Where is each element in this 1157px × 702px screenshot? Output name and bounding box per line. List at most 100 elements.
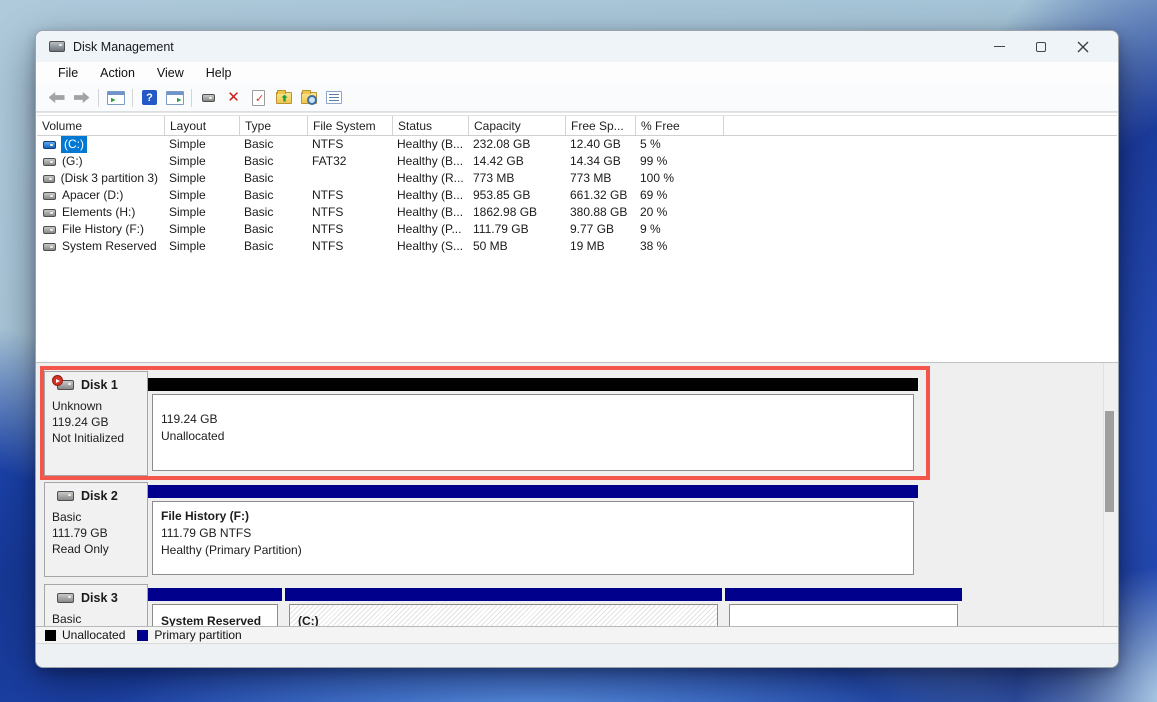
column-header-free-space[interactable]: Free Sp...: [566, 116, 636, 135]
column-header-type[interactable]: Type: [240, 116, 308, 135]
volume-status: Healthy (B...: [392, 153, 468, 170]
help-icon: [142, 90, 157, 105]
volume-row-elements[interactable]: Elements (H:) Simple Basic NTFS Healthy …: [36, 204, 1118, 221]
not-initialized-badge-icon: [52, 375, 63, 386]
disk-type: Basic: [52, 509, 140, 525]
delete-volume-button[interactable]: [221, 86, 246, 109]
folder-up-button[interactable]: [271, 86, 296, 109]
volume-type: Basic: [239, 170, 307, 187]
vertical-scrollbar[interactable]: [1103, 363, 1115, 626]
volume-status: Healthy (B...: [392, 204, 468, 221]
partition-c[interactable]: (C:): [285, 588, 722, 626]
toolbar-separator: [98, 89, 99, 107]
column-header-status[interactable]: Status: [393, 116, 469, 135]
volume-row-g[interactable]: (G:) Simple Basic FAT32 Healthy (B... 14…: [36, 153, 1118, 170]
menu-help[interactable]: Help: [195, 66, 243, 80]
disk-name: Disk 1: [81, 378, 118, 392]
volume-capacity: 14.42 GB: [468, 153, 565, 170]
close-button[interactable]: [1062, 31, 1104, 62]
back-icon: [49, 92, 65, 103]
status-bar: [36, 643, 1118, 667]
menu-action[interactable]: Action: [89, 66, 146, 80]
partition-unlabeled[interactable]: [725, 588, 962, 626]
volume-name[interactable]: (Disk 3 partition 3): [60, 170, 159, 187]
volume-pct-free: 20 %: [635, 204, 723, 221]
scrollbar-thumb[interactable]: [1105, 411, 1114, 512]
folder-search-button[interactable]: [296, 86, 321, 109]
maximize-button[interactable]: [1020, 31, 1062, 62]
volume-capacity: 232.08 GB: [468, 136, 565, 153]
volume-free: 12.40 GB: [565, 136, 635, 153]
action-pane-button[interactable]: [162, 86, 187, 109]
action-pane-icon: [166, 91, 184, 105]
volume-row-c[interactable]: (C:) Simple Basic NTFS Healthy (B... 232…: [36, 136, 1118, 153]
menu-file[interactable]: File: [47, 66, 89, 80]
titlebar[interactable]: Disk Management: [36, 31, 1118, 62]
minimize-icon: [994, 46, 1005, 47]
volume-free: 380.88 GB: [565, 204, 635, 221]
partition-name: (C:): [298, 613, 717, 626]
volume-layout: Simple: [164, 204, 239, 221]
volume-free: 773 MB: [565, 170, 635, 187]
back-button[interactable]: [44, 86, 69, 109]
volume-name[interactable]: System Reserved: [61, 238, 158, 255]
volume-layout: Simple: [164, 187, 239, 204]
volume-row-system-reserved[interactable]: System Reserved Simple Basic NTFS Health…: [36, 238, 1118, 255]
properties-button[interactable]: [321, 86, 346, 109]
primary-partition-band: [148, 485, 918, 498]
column-header-pct-free[interactable]: % Free: [636, 116, 724, 135]
volume-pct-free: 100 %: [635, 170, 723, 187]
drive-settings-button[interactable]: [196, 86, 221, 109]
volume-free: 14.34 GB: [565, 153, 635, 170]
partition-system-reserved[interactable]: System Reserved: [148, 588, 282, 626]
forward-button[interactable]: [69, 86, 94, 109]
help-button[interactable]: [137, 86, 162, 109]
disk2-graph[interactable]: File History (F:) 111.79 GB NTFS Healthy…: [148, 485, 918, 575]
folder-search-icon: [301, 92, 317, 104]
minimize-button[interactable]: [978, 31, 1020, 62]
column-header-layout[interactable]: Layout: [165, 116, 240, 135]
volume-name[interactable]: File History (F:): [61, 221, 145, 238]
volume-icon: [43, 226, 56, 234]
volume-fs: NTFS: [307, 221, 392, 238]
disk-name: Disk 2: [81, 489, 118, 503]
volume-row-apacer[interactable]: Apacer (D:) Simple Basic NTFS Healthy (B…: [36, 187, 1118, 204]
volume-icon: [43, 192, 56, 200]
column-header-capacity[interactable]: Capacity: [469, 116, 566, 135]
volume-pct-free: 69 %: [635, 187, 723, 204]
volume-type: Basic: [239, 136, 307, 153]
window-title: Disk Management: [73, 40, 174, 54]
disk-icon: [57, 593, 74, 603]
disk1-graph[interactable]: 119.24 GB Unallocated: [148, 378, 918, 471]
volume-row-disk3-partition3[interactable]: (Disk 3 partition 3) Simple Basic Health…: [36, 170, 1118, 187]
volume-capacity: 953.85 GB: [468, 187, 565, 204]
unallocated-swatch: [45, 630, 56, 641]
volume-name[interactable]: (G:): [61, 153, 84, 170]
volume-type: Basic: [239, 204, 307, 221]
primary-partition-band: [725, 588, 962, 601]
primary-partition-band: [285, 588, 722, 601]
volume-name[interactable]: (C:): [61, 136, 87, 153]
partition-size: 111.79 GB NTFS: [161, 525, 913, 542]
volume-fs: NTFS: [307, 136, 392, 153]
toolbar-separator: [191, 89, 192, 107]
toolbar: [36, 84, 1118, 112]
column-header-file-system[interactable]: File System: [308, 116, 393, 135]
volume-status: Healthy (B...: [392, 136, 468, 153]
volume-icon: [43, 175, 55, 183]
volume-name[interactable]: Elements (H:): [61, 204, 136, 221]
volume-row-file-history[interactable]: File History (F:) Simple Basic NTFS Heal…: [36, 221, 1118, 238]
disk2-label-panel[interactable]: Disk 2 Basic 111.79 GB Read Only: [44, 482, 148, 577]
disk1-label-panel[interactable]: Disk 1 Unknown 119.24 GB Not Initialized: [44, 371, 148, 476]
toolbar-separator: [132, 89, 133, 107]
disk3-label-panel[interactable]: Disk 3 Basic: [44, 584, 148, 626]
volume-name[interactable]: Apacer (D:): [61, 187, 124, 204]
unallocated-band: [148, 378, 918, 391]
partition-status: Unallocated: [161, 428, 913, 445]
console-tree-button[interactable]: [103, 86, 128, 109]
disk-type: Unknown: [52, 398, 140, 414]
column-header-volume[interactable]: Volume: [37, 116, 165, 135]
menu-view[interactable]: View: [146, 66, 195, 80]
disk-icon: [57, 380, 74, 390]
check-page-button[interactable]: [246, 86, 271, 109]
